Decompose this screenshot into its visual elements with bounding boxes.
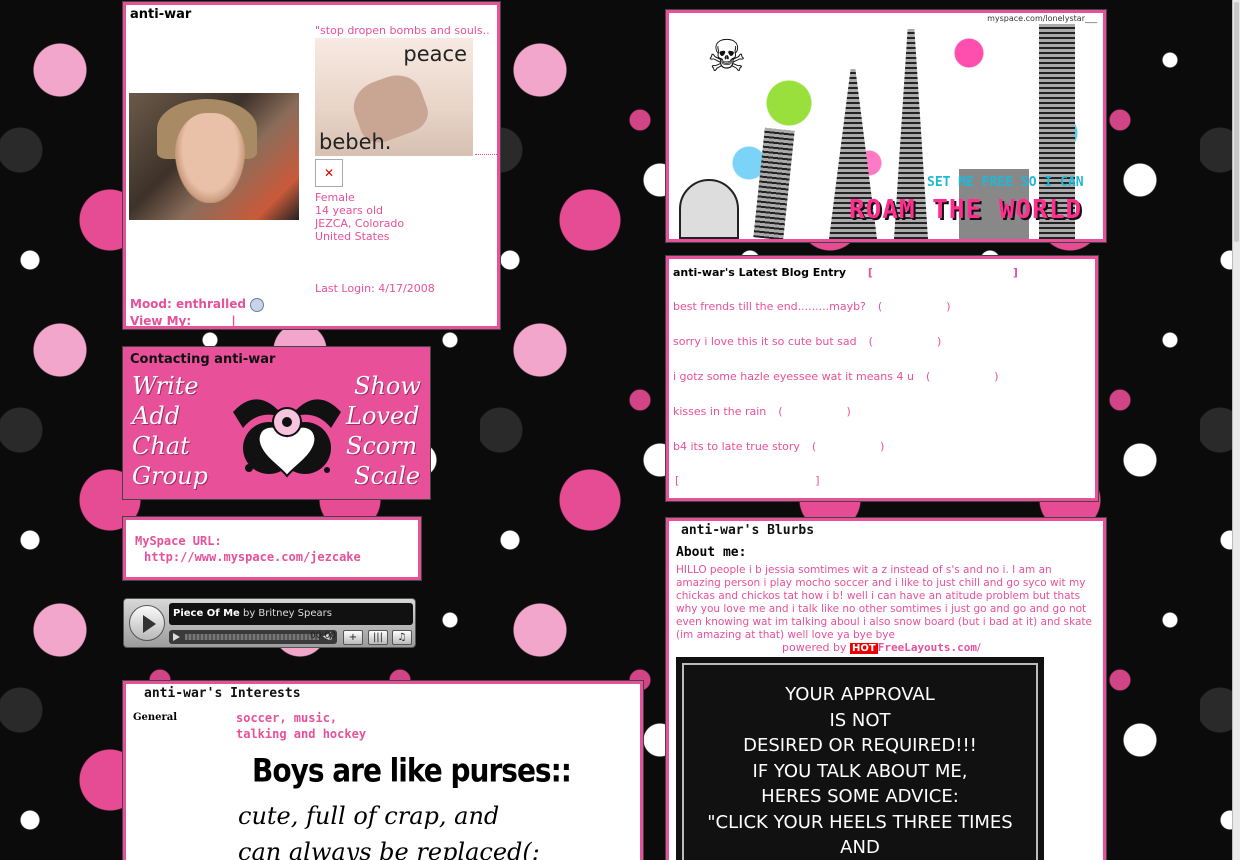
track-time: 00:00 [310,631,336,641]
blog-header: anti-war's Latest Blog Entry [] [673,266,1018,279]
profile-age: 14 years old [315,204,384,217]
blog-panel: anti-war's Latest Blog Entry [] best fre… [666,256,1098,501]
boys-line-1: cute, full of crap, and [238,802,500,830]
forward-to-friend-button[interactable]: Show [354,372,421,400]
boys-title: Boys are like purses:: [252,751,572,790]
winged-heart-icon [233,399,341,478]
profile-mood: Mood: enthralled [130,297,264,312]
track-info: Piece Of Me by Britney Spears [169,603,413,625]
contact-panel: Contacting anti-war Write Add Chat Group… [123,347,430,499]
view-my: View My: | [130,314,236,328]
approval-image: YOUR APPROVAL IS NOT DESIRED OR REQUIRED… [676,657,1044,860]
send-message-button[interactable]: Write [132,372,199,400]
block-user-button[interactable]: Scorn [346,432,417,460]
blog-entry[interactable]: b4 its to late true story() [673,440,884,453]
vertical-scrollbar[interactable] [1232,0,1240,860]
profile-photo[interactable] [129,93,299,220]
blurbs-panel: anti-war's Blurbs About me: HILLO people… [666,518,1106,860]
peace-image: peace bebeh. [315,38,473,156]
rank-user-button[interactable]: Scale [354,462,420,490]
scrollbar-thumb[interactable] [1234,2,1239,242]
profile-country: United States [315,230,390,243]
play-button[interactable] [129,605,165,641]
banner-url: myspace.com/lonelystar___ [987,14,1097,23]
about-me-text: HILLO people i b jessia somtimes wit a z… [676,564,1092,641]
blog-entry-more-link[interactable]: () [778,405,851,418]
profile-name: anti-war [130,7,192,22]
add-song-button[interactable]: + [343,630,363,645]
peace-text: peace [403,42,467,66]
playlist-button[interactable]: ||| [368,630,388,645]
blog-entry-more-link[interactable]: () [926,370,999,383]
blurbs-header: anti-war's Blurbs [681,523,815,538]
skull-icon: ☠ [707,31,747,82]
profile-last-login: Last Login: 4/17/2008 [315,282,435,295]
view-my-separator: | [231,314,236,328]
bebeh-text: bebeh. [319,130,392,154]
im-chat-button[interactable]: Chat [132,432,190,460]
blog-entry[interactable]: i gotz some hazle eyessee wat it means 4… [673,370,999,383]
myspace-url-panel: MySpace URL: http://www.myspace.com/jezc… [123,517,421,580]
powered-by: powered by HOT FreeLayouts.com/ [782,641,981,654]
blog-entry-more-link[interactable]: () [812,440,885,453]
myspace-url-link[interactable]: http://www.myspace.com/jezcake [144,550,361,564]
boys-line-2: can always be replaced(: [238,838,540,860]
profile-quote: "stop dropen bombs and souls.. [315,24,490,37]
blog-entry-more-link[interactable]: () [869,335,942,348]
contact-header: Contacting anti-war [130,352,276,367]
roam-the-world-banner: myspace.com/lonelystar___ ☠ SET ME FREE … [666,10,1106,242]
interests-panel: anti-war's Interests General soccer, mus… [123,681,643,860]
myspace-url-label: MySpace URL: [135,534,222,548]
track-title: Piece Of Me [173,608,240,619]
add-to-group-button[interactable]: Group [132,462,208,490]
roam-the-world-text: ROAM THE WORLD [849,195,1083,225]
profile-panel: anti-war "stop dropen bombs and souls.. … [123,2,500,329]
add-to-favorites-button[interactable]: Loved [346,402,420,430]
blog-footer-link[interactable]: [] [675,474,820,487]
interests-general-label: General [133,712,178,723]
mini-play-icon[interactable] [173,633,180,641]
hot-badge: HOT [850,643,878,654]
set-me-free-text: SET ME FREE SO I CAN [927,175,1084,190]
broken-image-icon: ✕ [315,159,343,187]
profile-gender: Female [315,191,355,204]
interests-header: anti-war's Interests [144,686,301,701]
track-artist: by Britney Spears [242,608,332,619]
blog-entry[interactable]: best frends till the end.........mayb?() [673,300,951,313]
blog-entry-more-link[interactable]: () [878,300,951,313]
add-friend-button[interactable]: Add [132,402,180,430]
view-my-label: View My: [130,314,192,328]
profile-location: JEZCA, Colorado [315,217,405,230]
mood-face-icon [249,297,264,312]
music-note-button[interactable]: ♫ [392,630,412,645]
blog-entry[interactable]: kisses in the rain() [673,405,851,418]
music-player: Piece Of Me by Britney Spears ◀) 00:00 +… [123,598,416,648]
mood-label: Mood: enthralled [130,297,246,311]
blog-view-all-link[interactable]: [] [868,266,1018,279]
about-me-label: About me: [676,545,747,560]
dotted-divider [475,154,497,155]
freelayouts-link[interactable]: FreeLayouts.com [878,641,977,654]
interests-general-value: soccer, music, talking and hockey [236,711,367,741]
blog-entry[interactable]: sorry i love this it so cute but sad() [673,335,941,348]
